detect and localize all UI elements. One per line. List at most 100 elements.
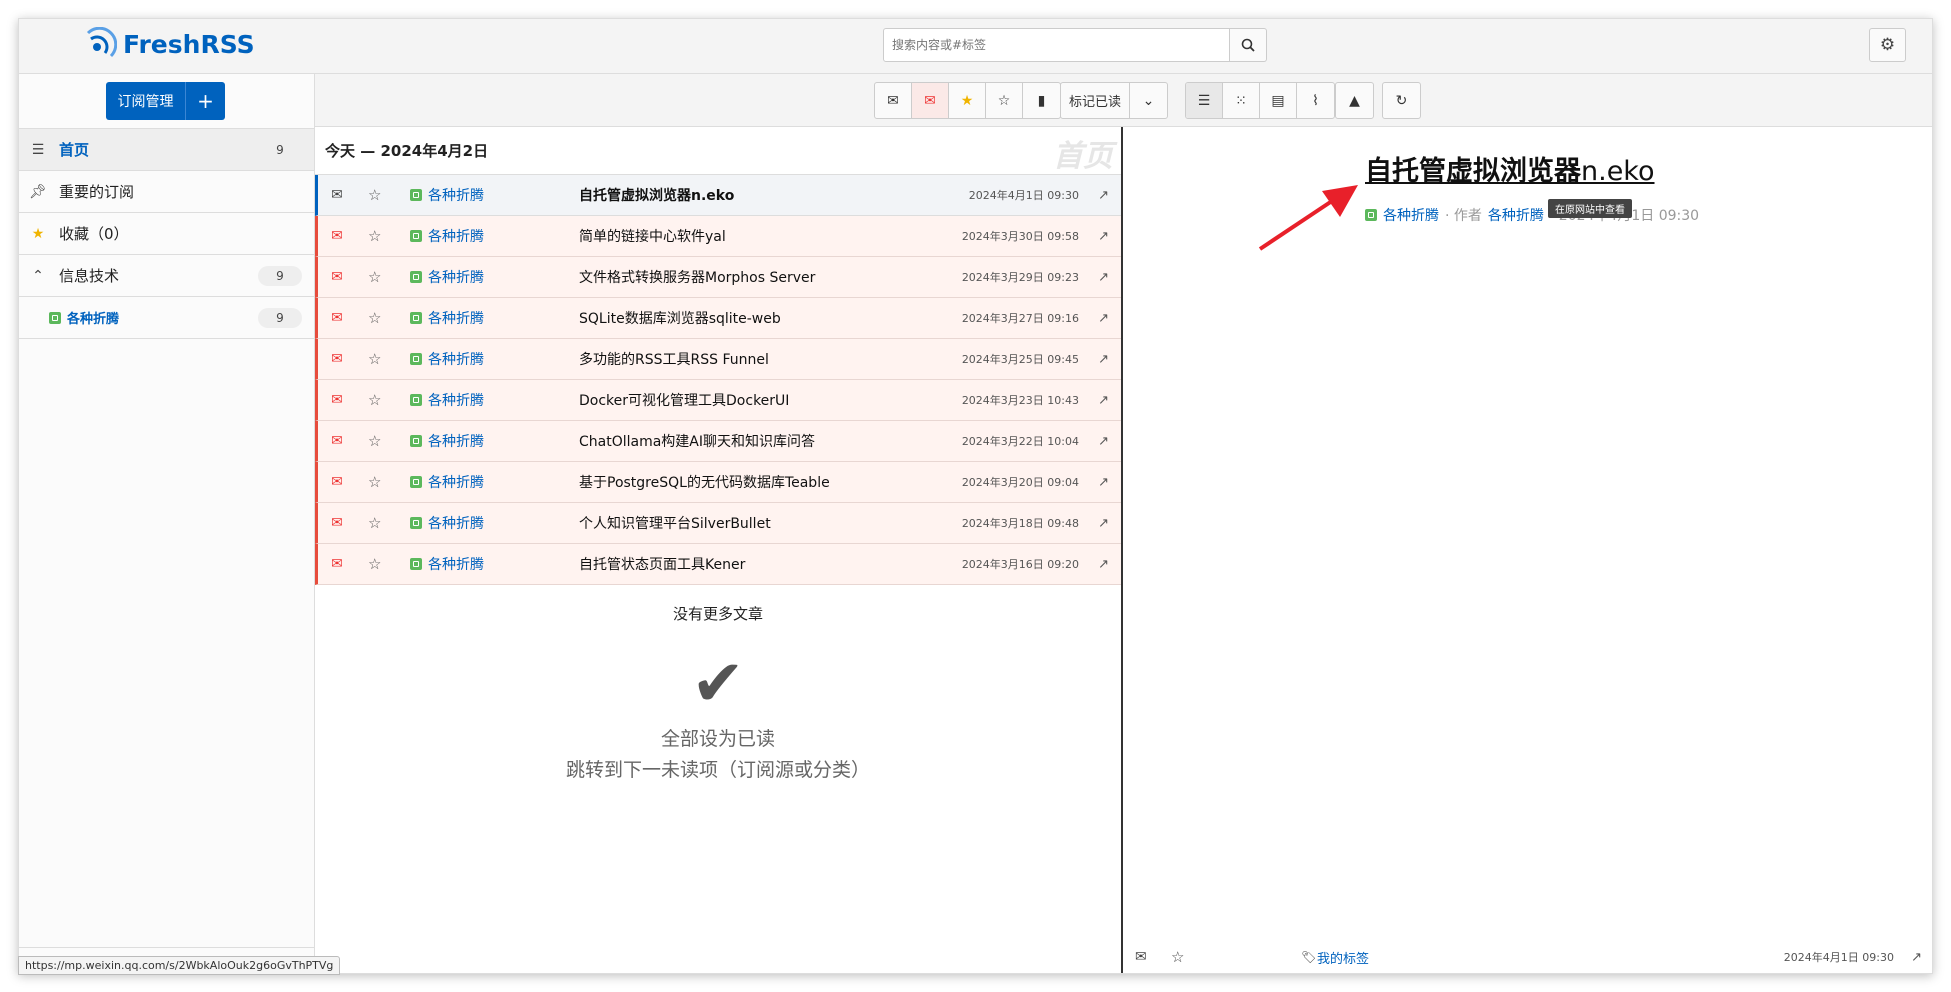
envelope-icon[interactable]: ✉ xyxy=(328,187,346,203)
article-title[interactable]: 自托管虚拟浏览器n.eko xyxy=(579,185,734,205)
article-author-link[interactable]: 各种折腾 xyxy=(1488,205,1544,225)
article-feed[interactable]: 各种折腾 xyxy=(410,513,484,533)
starred-filter-button[interactable]: ★ xyxy=(949,83,986,118)
star-outline-icon[interactable]: ☆ xyxy=(368,555,381,573)
sort-button[interactable]: ▲ xyxy=(1336,83,1373,118)
star-outline-icon[interactable]: ☆ xyxy=(368,391,381,409)
feed-name[interactable]: 各种折腾 xyxy=(428,472,484,492)
article-feed[interactable]: 各种折腾 xyxy=(410,390,484,410)
article-feed[interactable]: 各种折腾 xyxy=(410,267,484,287)
search-button[interactable] xyxy=(1230,28,1267,62)
article-feed[interactable]: 各种折腾 xyxy=(410,226,484,246)
star-outline-icon[interactable]: ☆ xyxy=(368,514,381,532)
sidebar-item-feed[interactable]: 各种折腾 9 xyxy=(19,297,314,339)
feed-name[interactable]: 各种折腾 xyxy=(428,431,484,451)
envelope-icon[interactable]: ✉ xyxy=(328,228,346,244)
subscription-management-button[interactable]: 订阅管理 + xyxy=(106,82,225,120)
external-link-icon[interactable]: ↗ xyxy=(1098,557,1109,572)
external-link-icon[interactable]: ↗ xyxy=(1098,352,1109,367)
star-toggle[interactable]: ☆ xyxy=(1171,948,1184,966)
envelope-icon[interactable]: ✉ xyxy=(328,474,346,490)
unstarred-filter-button[interactable]: ☆ xyxy=(986,83,1023,118)
sidebar-item-favorites[interactable]: ★ 收藏（0） xyxy=(19,213,314,255)
mark-read-button[interactable]: 标记已读 xyxy=(1061,83,1131,118)
checkmark-icon[interactable]: ✔ xyxy=(315,652,1121,716)
mark-all-read-link[interactable]: 全部设为已读 xyxy=(315,724,1121,751)
jump-next-unread-link[interactable]: 跳转到下一未读项（订阅源或分类） xyxy=(315,755,1121,782)
add-subscription-button[interactable]: + xyxy=(186,82,225,120)
star-outline-icon[interactable]: ☆ xyxy=(368,268,381,286)
star-outline-icon[interactable]: ☆ xyxy=(368,186,381,204)
envelope-icon[interactable]: ✉ xyxy=(328,556,346,572)
article-feed[interactable]: 各种折腾 xyxy=(410,554,484,574)
envelope-icon[interactable]: ✉ xyxy=(328,269,346,285)
unread-filter-button[interactable]: ✉ xyxy=(912,83,949,118)
global-view-button[interactable]: ⁙ xyxy=(1223,83,1260,118)
article-title[interactable]: ChatOllama构建AI聊天和知识库问答 xyxy=(579,431,815,451)
article-row[interactable]: ✉ ☆ 各种折腾 基于PostgreSQL的无代码数据库Teable 2024年3月20… xyxy=(315,462,1121,503)
external-link-icon[interactable]: ↗ xyxy=(1098,229,1109,244)
article-row[interactable]: ✉ ☆ 各种折腾 简单的链接中心软件yal 2024年3月30日 09:58 ↗ xyxy=(315,216,1121,257)
refresh-button[interactable]: ↻ xyxy=(1383,83,1420,118)
article-title[interactable]: 基于PostgreSQL的无代码数据库Teable xyxy=(579,472,830,492)
star-outline-icon[interactable]: ☆ xyxy=(368,227,381,245)
article-feed[interactable]: 各种折腾 xyxy=(410,472,484,492)
envelope-icon[interactable]: ✉ xyxy=(328,310,346,326)
feed-name[interactable]: 各种折腾 xyxy=(428,226,484,246)
article-title[interactable]: Docker可视化管理工具DockerUI xyxy=(579,390,789,410)
external-link-icon[interactable]: ↗ xyxy=(1098,434,1109,449)
article-title[interactable]: 个人知识管理平台SilverBullet xyxy=(579,513,771,533)
mark-all-read-area[interactable]: ✔ 全部设为已读 跳转到下一未读项（订阅源或分类） xyxy=(315,652,1121,782)
read-filter-button[interactable]: ✉ xyxy=(875,83,912,118)
article-title[interactable]: 简单的链接中心软件yal xyxy=(579,226,726,246)
external-link-icon[interactable]: ↗ xyxy=(1098,188,1109,203)
sidebar-item-category-it[interactable]: ⌃ 信息技术 9 xyxy=(19,255,314,297)
subscription-management-label[interactable]: 订阅管理 xyxy=(106,82,186,120)
star-outline-icon[interactable]: ☆ xyxy=(368,309,381,327)
sidebar-item-home[interactable]: ☰ 首页 9 xyxy=(19,129,314,171)
feed-name[interactable]: 各种折腾 xyxy=(428,390,484,410)
rss-button[interactable]: ⌇ xyxy=(1297,83,1334,118)
article-row[interactable]: ✉ ☆ 各种折腾 个人知识管理平台SilverBullet 2024年3月18日 09:… xyxy=(315,503,1121,544)
article-feed[interactable]: 各种折腾 xyxy=(410,349,484,369)
article-row[interactable]: ✉ ☆ 各种折腾 自托管虚拟浏览器n.eko 2024年4月1日 09:30 ↗ xyxy=(315,175,1121,216)
external-link-icon[interactable]: ↗ xyxy=(1911,950,1922,965)
envelope-icon[interactable]: ✉ xyxy=(328,351,346,367)
article-title-cn[interactable]: 自托管虚拟浏览器 xyxy=(1365,156,1581,187)
normal-view-button[interactable]: ☰ xyxy=(1186,83,1223,118)
external-link-icon[interactable]: ↗ xyxy=(1098,270,1109,285)
external-link-icon[interactable]: ↗ xyxy=(1098,475,1109,490)
star-outline-icon[interactable]: ☆ xyxy=(368,473,381,491)
external-link-icon[interactable]: ↗ xyxy=(1098,393,1109,408)
article-title[interactable]: 多功能的RSS工具RSS Funnel xyxy=(579,349,769,369)
star-outline-icon[interactable]: ☆ xyxy=(368,350,381,368)
article-row[interactable]: ✉ ☆ 各种折腾 文件格式转换服务器Morphos Server 2024年3月29日 … xyxy=(315,257,1121,298)
external-link-icon[interactable]: ↗ xyxy=(1098,311,1109,326)
envelope-icon[interactable]: ✉ xyxy=(328,515,346,531)
article-row[interactable]: ✉ ☆ 各种折腾 ChatOllama构建AI聊天和知识库问答 2024年3月22日 1… xyxy=(315,421,1121,462)
article-row[interactable]: ✉ ☆ 各种折腾 SQLite数据库浏览器sqlite-web 2024年3月27日 0… xyxy=(315,298,1121,339)
sidebar-item-important[interactable]: 📌︎ 重要的订阅 xyxy=(19,171,314,213)
article-row[interactable]: ✉ ☆ 各种折腾 Docker可视化管理工具DockerUI 2024年3月23日 10… xyxy=(315,380,1121,421)
mark-read-dropdown[interactable]: ⌄ xyxy=(1130,83,1167,118)
feed-name[interactable]: 各种折腾 xyxy=(428,267,484,287)
article-title[interactable]: 自托管状态页面工具Kener xyxy=(579,554,745,574)
reader-view-button[interactable]: ▤ xyxy=(1260,83,1297,118)
envelope-icon[interactable]: ✉ xyxy=(328,433,346,449)
chevron-up-icon[interactable]: ⌃ xyxy=(29,268,47,284)
article-row[interactable]: ✉ ☆ 各种折腾 多功能的RSS工具RSS Funnel 2024年3月25日 09:4… xyxy=(315,339,1121,380)
star-outline-icon[interactable]: ☆ xyxy=(368,432,381,450)
envelope-icon[interactable]: ✉ xyxy=(328,392,346,408)
article-feed-link[interactable]: 各种折腾 xyxy=(1383,205,1439,225)
article-feed[interactable]: 各种折腾 xyxy=(410,185,484,205)
article-feed[interactable]: 各种折腾 xyxy=(410,431,484,451)
external-link-icon[interactable]: ↗ xyxy=(1098,516,1109,531)
feed-name[interactable]: 各种折腾 xyxy=(428,513,484,533)
logo[interactable]: FreshRSS xyxy=(83,27,255,61)
feed-name[interactable]: 各种折腾 xyxy=(428,308,484,328)
feed-name[interactable]: 各种折腾 xyxy=(428,554,484,574)
article-title-link[interactable]: 自托管虚拟浏览器n.eko xyxy=(1365,149,1655,188)
my-tags-link[interactable]: 我的标签 xyxy=(1317,948,1369,967)
mark-read-toggle[interactable]: ✉ xyxy=(1135,949,1147,965)
article-title[interactable]: SQLite数据库浏览器sqlite-web xyxy=(579,308,781,328)
